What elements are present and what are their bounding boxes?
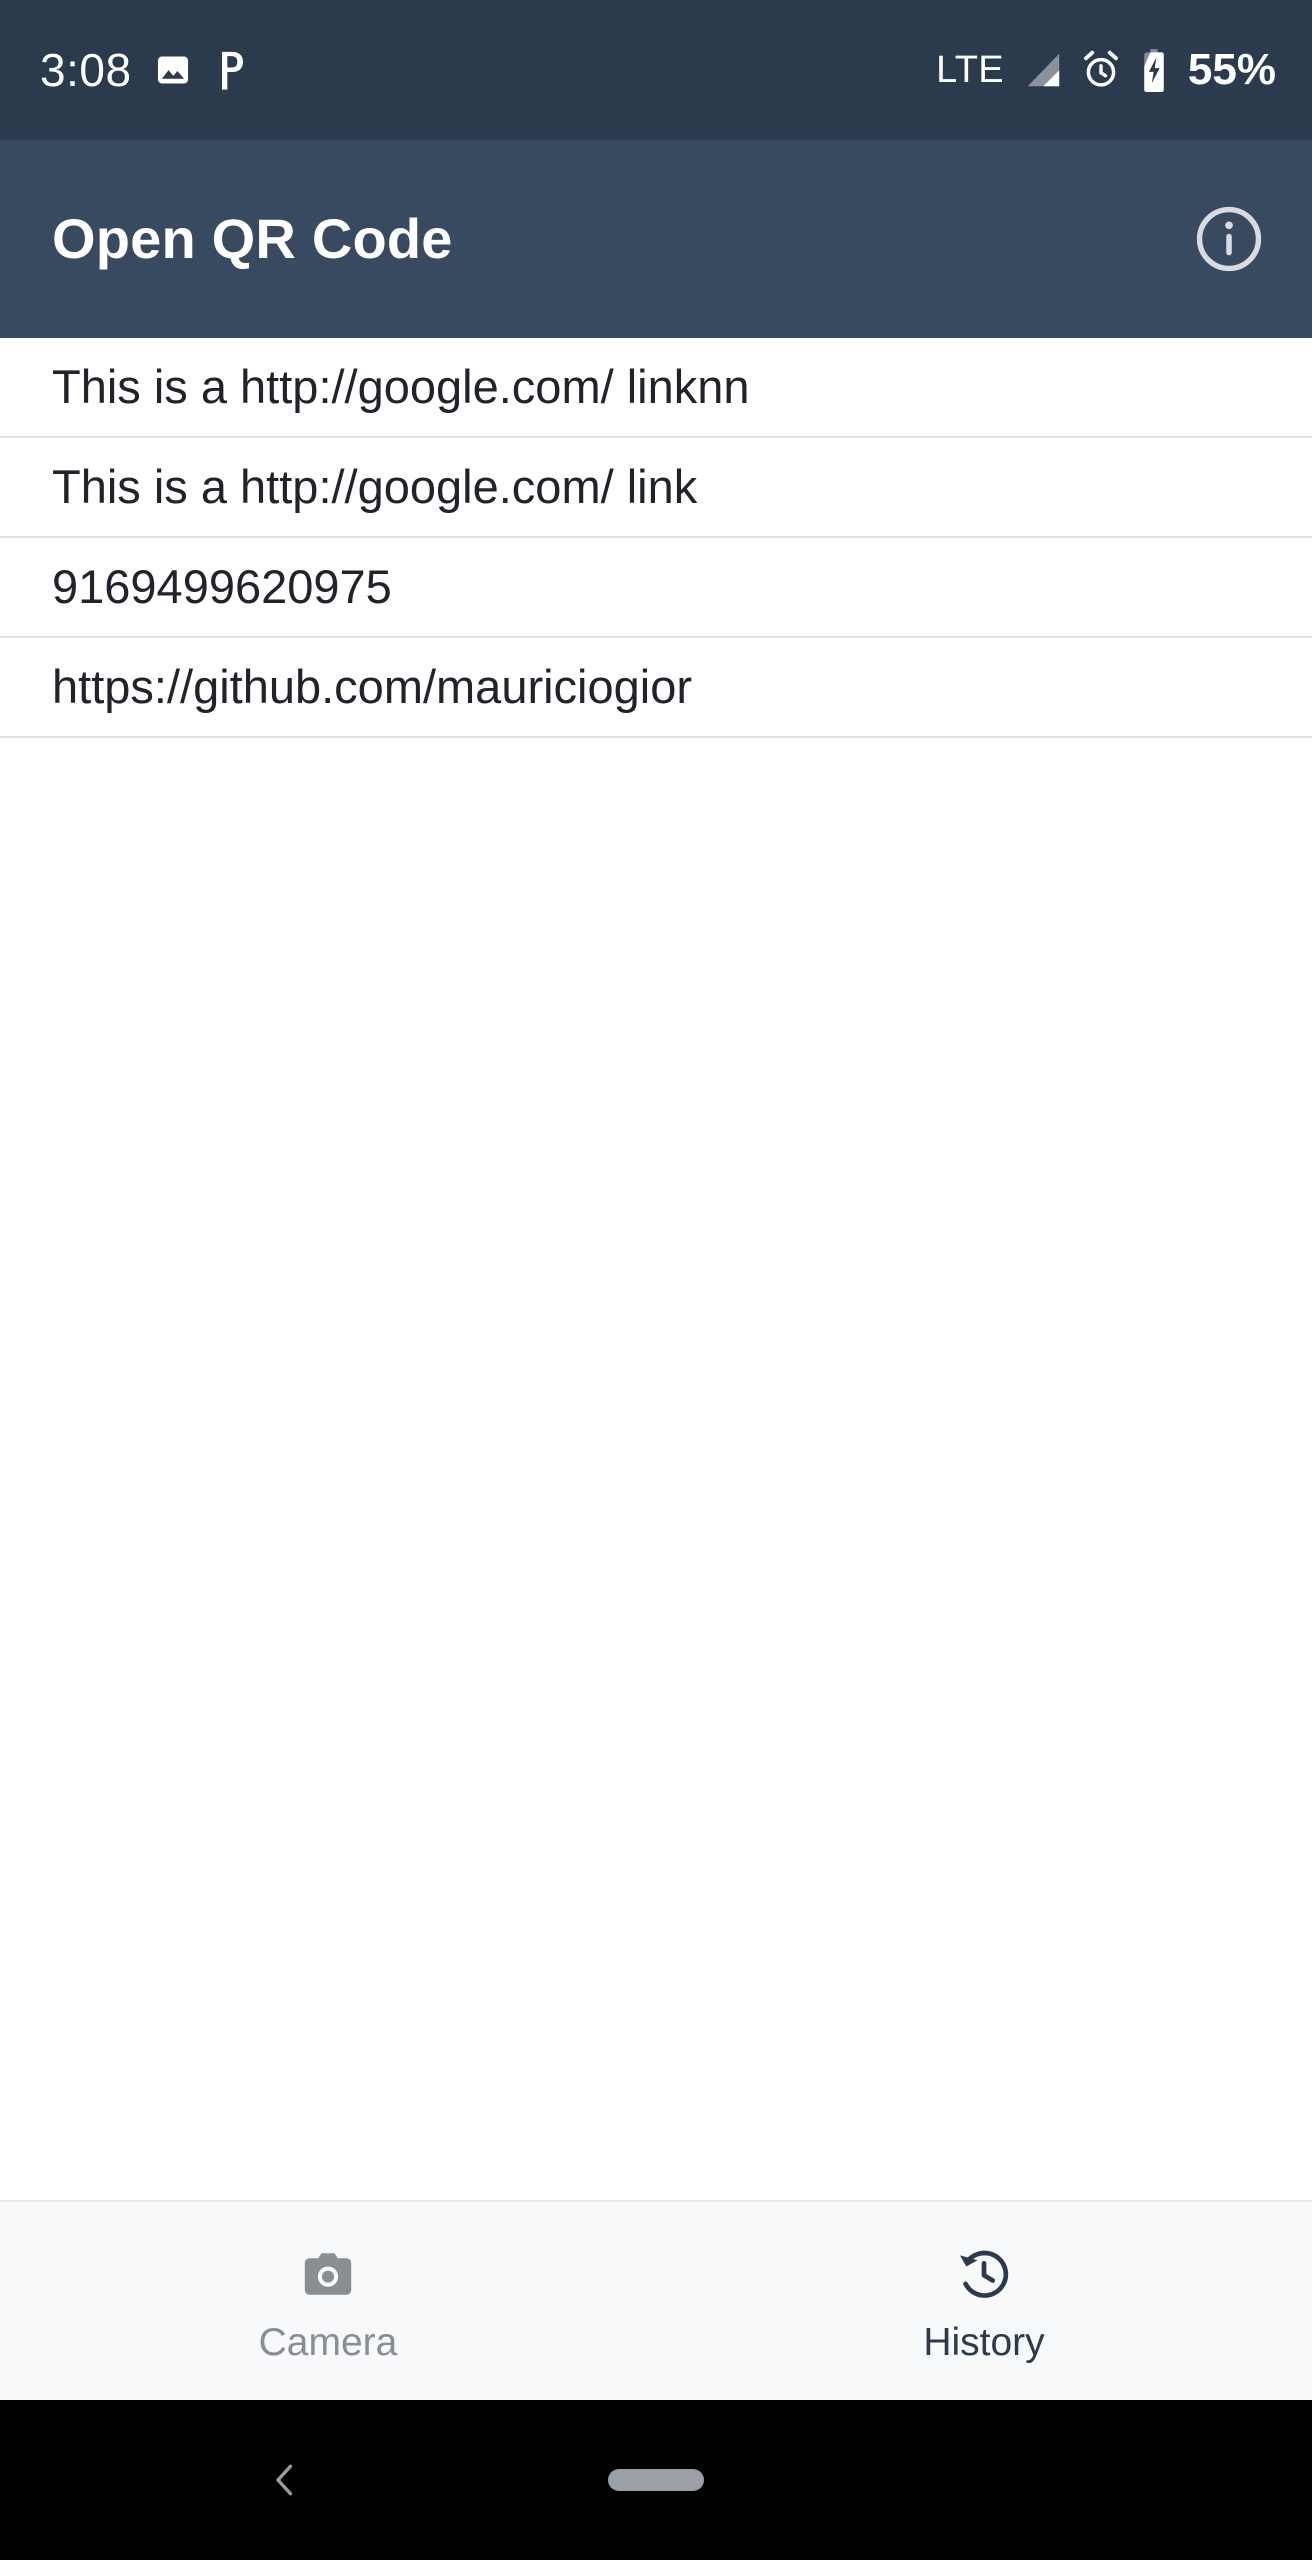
- history-list: This is a http://google.com/ linknn This…: [0, 338, 1312, 2200]
- app-bar: Open QR Code: [0, 140, 1312, 338]
- page-title: Open QR Code: [52, 207, 453, 271]
- list-item-text: 9169499620975: [52, 559, 392, 613]
- tab-camera-label: Camera: [258, 2320, 398, 2364]
- phone-screen: 3:08 LTE 55% Open QR Code This is a http…: [0, 0, 1312, 2560]
- list-item-text: This is a http://google.com/ link: [52, 459, 698, 513]
- battery-percent-label: 55%: [1187, 45, 1276, 94]
- pocket-casts-icon: [214, 50, 248, 90]
- status-time: 3:08: [40, 44, 132, 96]
- list-item-text: https://github.com/mauriciogior: [52, 659, 693, 713]
- info-icon[interactable]: [1188, 198, 1270, 280]
- signal-icon: [1021, 50, 1063, 90]
- system-navigation-bar: [0, 2400, 1312, 2560]
- camera-icon: [299, 2241, 357, 2307]
- image-icon: [154, 51, 192, 89]
- status-bar-right: LTE 55%: [936, 48, 1276, 92]
- alarm-icon: [1080, 49, 1122, 91]
- list-item[interactable]: 9169499620975: [0, 538, 1312, 638]
- tab-camera[interactable]: Camera: [0, 2202, 656, 2400]
- status-bar-left: 3:08: [40, 47, 248, 93]
- tab-history[interactable]: History: [656, 2202, 1312, 2400]
- status-bar: 3:08 LTE 55%: [0, 0, 1312, 140]
- back-chevron-icon[interactable]: [255, 2450, 315, 2510]
- list-item[interactable]: https://github.com/mauriciogior: [0, 638, 1312, 738]
- history-icon: [955, 2241, 1013, 2307]
- network-type-label: LTE: [936, 49, 1004, 91]
- list-item[interactable]: This is a http://google.com/ link: [0, 438, 1312, 538]
- list-item[interactable]: This is a http://google.com/ linknn: [0, 338, 1312, 438]
- battery-charging-icon: [1139, 48, 1169, 92]
- list-item-text: This is a http://google.com/ linknn: [52, 359, 750, 413]
- home-gesture-pill[interactable]: [608, 2469, 704, 2491]
- tab-history-label: History: [923, 2320, 1045, 2364]
- bottom-navigation: Camera History: [0, 2200, 1312, 2400]
